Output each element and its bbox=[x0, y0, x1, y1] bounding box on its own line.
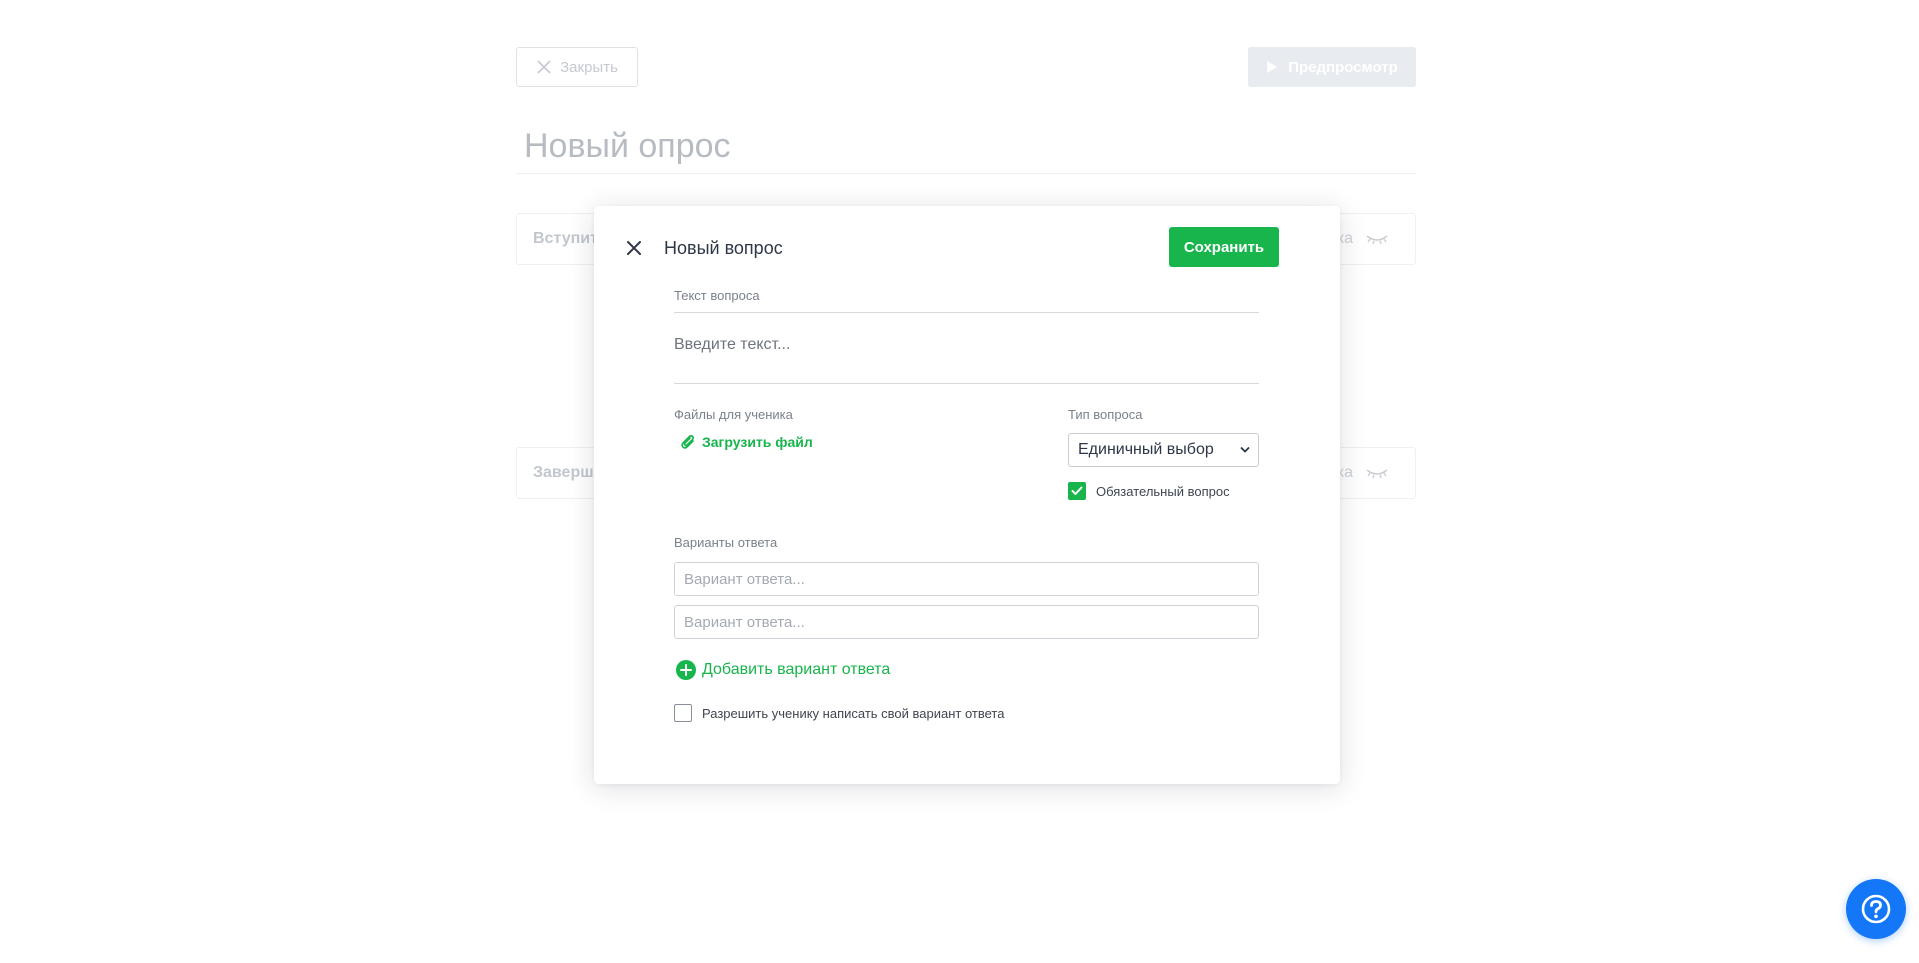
allow-own-answer-label: Разрешить ученику написать свой вариант … bbox=[702, 705, 1005, 721]
question-type-label: Тип вопроса bbox=[1068, 407, 1143, 422]
final-section-title: Заверш bbox=[533, 464, 594, 481]
close-icon bbox=[627, 241, 641, 255]
check-icon bbox=[1071, 486, 1083, 495]
preview-button[interactable]: Предпросмотр bbox=[1248, 47, 1416, 87]
allow-own-answer-checkbox[interactable]: Разрешить ученику написать свой вариант … bbox=[674, 704, 1004, 722]
question-text-input[interactable] bbox=[674, 324, 1259, 384]
required-question-label: Обязательный вопрос bbox=[1096, 483, 1230, 499]
plus-circle-icon bbox=[676, 660, 696, 680]
upload-file-button[interactable]: Загрузить файл bbox=[680, 433, 813, 451]
save-button[interactable]: Сохранить bbox=[1169, 227, 1279, 267]
new-question-modal: Новый вопрос Сохранить Текст вопроса Фай… bbox=[594, 206, 1340, 784]
help-button[interactable] bbox=[1846, 879, 1906, 939]
question-divider bbox=[674, 312, 1259, 313]
upload-file-label: Загрузить файл bbox=[702, 434, 813, 450]
eye-closed-icon[interactable] bbox=[1365, 231, 1389, 247]
files-label: Файлы для ученика bbox=[674, 407, 793, 422]
survey-title[interactable]: Новый опрос bbox=[516, 122, 1416, 174]
question-type-value: Единичный выбор bbox=[1078, 441, 1214, 458]
add-answer-label: Добавить вариант ответа bbox=[702, 661, 891, 678]
question-icon bbox=[1861, 894, 1891, 924]
play-icon bbox=[1267, 61, 1278, 73]
close-page-button[interactable]: Закрыть bbox=[516, 47, 638, 87]
required-question-checkbox[interactable]: Обязательный вопрос bbox=[1068, 482, 1230, 500]
chevron-down-icon bbox=[1240, 446, 1250, 453]
modal-title: Новый вопрос bbox=[664, 238, 783, 258]
eye-closed-icon[interactable] bbox=[1365, 465, 1389, 481]
question-text-label: Текст вопроса bbox=[674, 288, 760, 303]
checkbox-unchecked[interactable] bbox=[674, 704, 692, 722]
answer-options-label: Варианты ответа bbox=[674, 535, 778, 550]
answer-option-input[interactable] bbox=[674, 562, 1259, 596]
add-answer-button[interactable]: Добавить вариант ответа bbox=[676, 660, 890, 680]
close-icon bbox=[537, 60, 551, 74]
preview-label: Предпросмотр bbox=[1288, 58, 1398, 76]
question-type-select[interactable]: Единичный выбор bbox=[1068, 433, 1259, 467]
answer-option-input[interactable] bbox=[674, 605, 1259, 639]
paperclip-icon bbox=[681, 434, 695, 449]
checkbox-checked[interactable] bbox=[1068, 482, 1086, 500]
intro-section-title: Вступит bbox=[533, 230, 598, 247]
close-page-label: Закрыть bbox=[560, 58, 618, 76]
modal-close-button[interactable] bbox=[622, 236, 646, 260]
